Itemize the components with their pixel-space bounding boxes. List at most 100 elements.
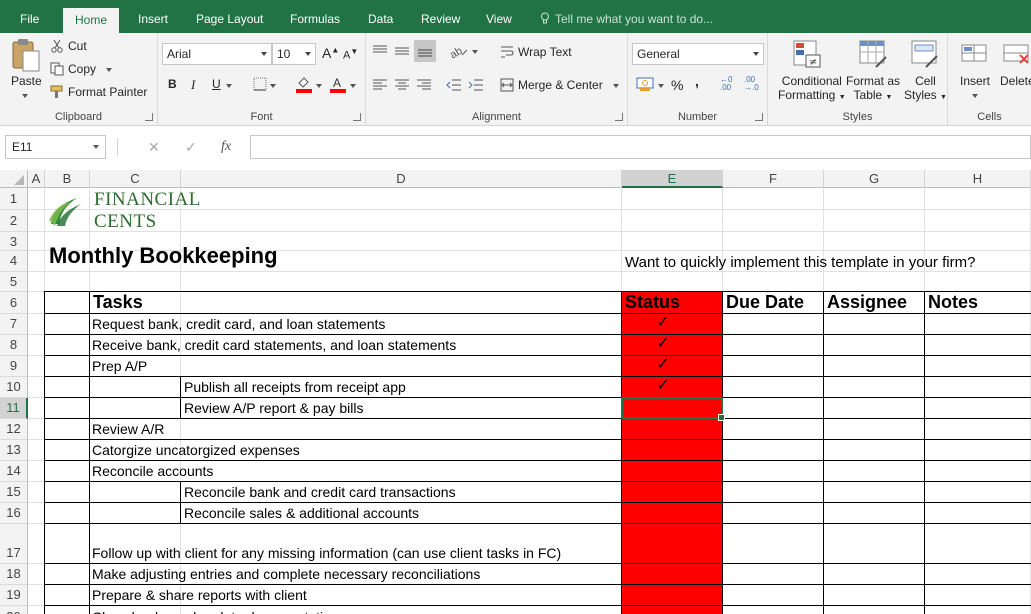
row-header-17[interactable]: 17 <box>0 524 28 564</box>
decrease-decimal-icon[interactable]: .00 →.0 <box>744 76 759 92</box>
number-format-select[interactable]: General <box>632 43 764 65</box>
merge-center-button[interactable]: Merge & Center <box>518 78 603 92</box>
align-top-icon[interactable] <box>372 44 388 58</box>
number-launcher-icon[interactable] <box>755 113 763 121</box>
format-as-table-button[interactable]: Format as Table ▼ <box>846 74 900 102</box>
font-color-icon[interactable]: A <box>330 75 346 93</box>
row-header-12[interactable]: 12 <box>0 419 28 440</box>
row-header-2[interactable]: 2 <box>0 210 28 232</box>
underline-dropdown-icon[interactable] <box>226 84 232 88</box>
tell-me-box[interactable]: Tell me what you want to do... <box>540 0 713 33</box>
tab-formulas[interactable]: Formulas <box>290 0 340 33</box>
row-header-14[interactable]: 14 <box>0 461 28 482</box>
align-bottom-active[interactable] <box>414 40 436 62</box>
orientation-dropdown-icon[interactable] <box>472 50 478 54</box>
row-header-8[interactable]: 8 <box>0 335 28 356</box>
italic-icon[interactable]: I <box>191 77 195 93</box>
tab-page-layout[interactable]: Page Layout <box>196 0 263 33</box>
paste-icon[interactable] <box>10 38 42 74</box>
row-header-3[interactable]: 3 <box>0 232 28 251</box>
borders-icon[interactable] <box>253 77 267 91</box>
cancel-icon[interactable]: ✕ <box>148 139 160 156</box>
row-header-19[interactable]: 19 <box>0 585 28 606</box>
active-cell-e11[interactable] <box>621 397 725 421</box>
row-header-11[interactable]: 11 <box>0 398 28 419</box>
name-box[interactable]: E11 <box>5 135 106 159</box>
format-painter-button[interactable]: Format Painter <box>68 85 147 99</box>
insert-function-icon[interactable]: fx <box>221 139 231 155</box>
delete-cells-button[interactable]: Delete <box>1000 74 1031 88</box>
tab-review[interactable]: Review <box>421 0 460 33</box>
font-name-select[interactable]: Arial <box>162 43 272 65</box>
row-header-13[interactable]: 13 <box>0 440 28 461</box>
column-header-c[interactable]: C <box>90 170 181 188</box>
row-header-9[interactable]: 9 <box>0 356 28 377</box>
tab-insert[interactable]: Insert <box>138 0 168 33</box>
column-header-e[interactable]: E <box>622 170 723 188</box>
column-header-b[interactable]: B <box>45 170 90 188</box>
insert-cells-button[interactable]: Insert <box>960 74 990 88</box>
comma-style-icon[interactable]: , <box>695 73 699 89</box>
font-size-value: 10 <box>277 47 291 61</box>
column-header-a[interactable]: A <box>28 170 45 188</box>
column-header-f[interactable]: F <box>723 170 824 188</box>
align-middle-icon[interactable] <box>394 44 410 58</box>
conditional-formatting-button[interactable]: Conditional Formatting ▼ <box>778 74 846 102</box>
row-header-4[interactable]: 4 <box>0 251 28 272</box>
formula-input[interactable] <box>250 135 1031 159</box>
row-header-7[interactable]: 7 <box>0 314 28 335</box>
font-launcher-icon[interactable] <box>353 113 361 121</box>
cell-styles-button[interactable]: Cell Styles ▼ <box>904 74 947 102</box>
merge-dropdown-icon[interactable] <box>613 84 619 88</box>
logo-text-cents: CENTS <box>94 211 157 232</box>
column-header-d[interactable]: D <box>181 170 622 188</box>
underline-icon[interactable]: U <box>212 77 221 91</box>
bold-icon[interactable]: B <box>168 77 177 91</box>
borders-dropdown-icon[interactable] <box>270 84 276 88</box>
formula-bar: E11 ✕ ✓ fx <box>0 126 1031 170</box>
percent-icon[interactable]: % <box>671 77 683 93</box>
clipboard-launcher-icon[interactable] <box>145 113 153 121</box>
paste-button[interactable]: Paste <box>11 74 42 88</box>
increase-decimal-icon[interactable]: ←0.00 <box>720 76 732 92</box>
align-left-icon[interactable] <box>372 78 388 92</box>
select-all-button[interactable] <box>0 170 28 188</box>
accounting-format-icon[interactable] <box>636 76 654 92</box>
wrap-text-button[interactable]: Wrap Text <box>518 45 572 59</box>
fill-color-dropdown-icon[interactable] <box>316 84 322 88</box>
tab-data[interactable]: Data <box>368 0 393 33</box>
row-header-10[interactable]: 10 <box>0 377 28 398</box>
fill-color-icon[interactable] <box>296 75 312 93</box>
row-header-20[interactable]: 20 <box>0 606 28 614</box>
worksheet-grid[interactable]: A B C D E F G H 1 2 3 4 5 6 7 8 9 10 11 12 13 14 15 16 1… <box>0 170 1031 614</box>
tab-file[interactable]: File <box>20 0 39 33</box>
row-header-16[interactable]: 16 <box>0 503 28 524</box>
cut-button[interactable]: Cut <box>68 39 87 53</box>
tab-home[interactable]: Home <box>63 8 120 33</box>
row-header-5[interactable]: 5 <box>0 272 28 292</box>
row-header-18[interactable]: 18 <box>0 564 28 585</box>
align-right-icon[interactable] <box>416 78 432 92</box>
decrease-font-size-icon[interactable]: A▼ <box>343 47 358 62</box>
enter-icon[interactable]: ✓ <box>185 139 197 156</box>
accounting-dropdown-icon[interactable] <box>658 84 664 88</box>
orientation-icon[interactable]: ab <box>448 43 470 59</box>
increase-font-size-icon[interactable]: A▲ <box>322 45 339 61</box>
insert-dropdown-icon[interactable] <box>972 94 978 98</box>
copy-dropdown-icon[interactable] <box>106 68 112 72</box>
row-header-15[interactable]: 15 <box>0 482 28 503</box>
column-header-h[interactable]: H <box>925 170 1031 188</box>
copy-button[interactable]: Copy <box>68 62 96 76</box>
decrease-indent-icon[interactable] <box>446 78 462 92</box>
column-header-g[interactable]: G <box>824 170 925 188</box>
number-format-value: General <box>637 47 680 61</box>
tab-view[interactable]: View <box>486 0 512 33</box>
font-size-select[interactable]: 10 <box>272 43 316 65</box>
paste-dropdown-icon[interactable] <box>22 94 28 98</box>
row-header-1[interactable]: 1 <box>0 188 28 210</box>
row-header-6[interactable]: 6 <box>0 292 28 314</box>
alignment-launcher-icon[interactable] <box>615 113 623 121</box>
increase-indent-icon[interactable] <box>468 78 484 92</box>
align-center-icon[interactable] <box>394 78 410 92</box>
font-color-dropdown-icon[interactable] <box>350 84 356 88</box>
